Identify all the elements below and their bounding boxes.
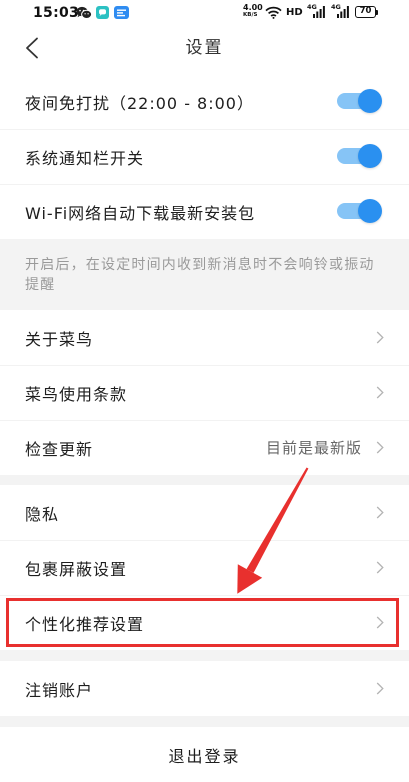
settings-item-label: 注销账户 <box>25 680 94 700</box>
status-time: 15:03 <box>33 5 80 21</box>
chevron-right-icon <box>376 441 384 454</box>
privacy-group: 隐私 包裹屏蔽设置 个性化推荐设置 <box>0 485 409 650</box>
battery-icon: 70 <box>355 6 376 18</box>
page-title: 设置 <box>185 38 224 58</box>
settings-item-about[interactable]: 关于菜鸟 <box>0 310 409 365</box>
settings-item-label: 菜鸟使用条款 <box>25 384 128 404</box>
night-dnd-toggle[interactable] <box>337 89 382 113</box>
toggle-knob <box>358 144 382 168</box>
settings-item-personalized-recommendation[interactable]: 个性化推荐设置 <box>0 595 409 650</box>
logout-label: 退出登录 <box>168 746 241 766</box>
wifi-auto-download-toggle[interactable] <box>337 199 382 223</box>
notification-bar-toggle[interactable] <box>337 144 382 168</box>
settings-item-label: 隐私 <box>25 504 60 524</box>
toggle-knob <box>358 199 382 223</box>
logout-button[interactable]: 退出登录 <box>0 727 409 782</box>
signal-bars-icon <box>313 6 325 18</box>
settings-item-privacy[interactable]: 隐私 <box>0 485 409 540</box>
chat-app-icon <box>96 6 109 19</box>
toggle-group: 夜间免打扰（22:00 - 8:00） 系统通知栏开关 Wi-Fi网络自动下载最… <box>0 74 409 239</box>
chevron-right-icon <box>376 616 384 629</box>
battery-cap <box>376 9 378 15</box>
settings-item-check-update[interactable]: 检查更新 目前是最新版 <box>0 420 409 475</box>
settings-item-label: 关于菜鸟 <box>25 329 94 349</box>
chevron-right-icon <box>376 506 384 519</box>
settings-item-label: 个性化推荐设置 <box>25 614 145 634</box>
toggle-row-label: Wi-Fi网络自动下载最新安装包 <box>25 203 256 223</box>
settings-item-delete-account[interactable]: 注销账户 <box>0 661 409 716</box>
toggle-row-wifi-auto-download: Wi-Fi网络自动下载最新安装包 <box>0 184 409 239</box>
network-speed-value: 4.00 <box>243 3 263 12</box>
express-app-icon <box>114 6 129 19</box>
about-group: 关于菜鸟 菜鸟使用条款 检查更新 目前是最新版 <box>0 310 409 475</box>
toggle-row-label: 夜间免打扰（22:00 - 8:00） <box>25 93 254 113</box>
toggle-note: 开启后，在设定时间内收到新消息时不会响铃或振动提醒 <box>0 239 409 310</box>
chevron-right-icon <box>376 682 384 695</box>
toggle-row-notification-bar: 系统通知栏开关 <box>0 129 409 184</box>
update-status-value: 目前是最新版 <box>265 439 362 457</box>
toggle-knob <box>358 89 382 113</box>
network-speed-unit: KB/S <box>243 12 258 18</box>
account-group: 注销账户 <box>0 661 409 716</box>
settings-item-label: 包裹屏蔽设置 <box>25 559 128 579</box>
section-divider <box>0 475 409 485</box>
chevron-right-icon <box>376 386 384 399</box>
settings-item-package-block[interactable]: 包裹屏蔽设置 <box>0 540 409 595</box>
settings-item-terms[interactable]: 菜鸟使用条款 <box>0 365 409 420</box>
wifi-icon <box>265 6 282 19</box>
chevron-right-icon <box>376 561 384 574</box>
hd-indicator: HD <box>286 7 303 18</box>
nav-header: 设置 <box>0 26 409 74</box>
chevron-right-icon <box>376 331 384 344</box>
section-divider <box>0 716 409 727</box>
status-bar: 15:03 4.00 KB/S HD 4G 4G 70 <box>0 0 409 26</box>
section-divider <box>0 650 409 661</box>
signal-bars-icon <box>337 6 349 18</box>
toggle-row-label: 系统通知栏开关 <box>25 148 145 168</box>
network-speed: 4.00 KB/S <box>243 3 263 19</box>
wechat-icon <box>76 6 92 19</box>
settings-item-label: 检查更新 <box>25 439 94 459</box>
toggle-row-night-dnd: 夜间免打扰（22:00 - 8:00） <box>0 74 409 129</box>
